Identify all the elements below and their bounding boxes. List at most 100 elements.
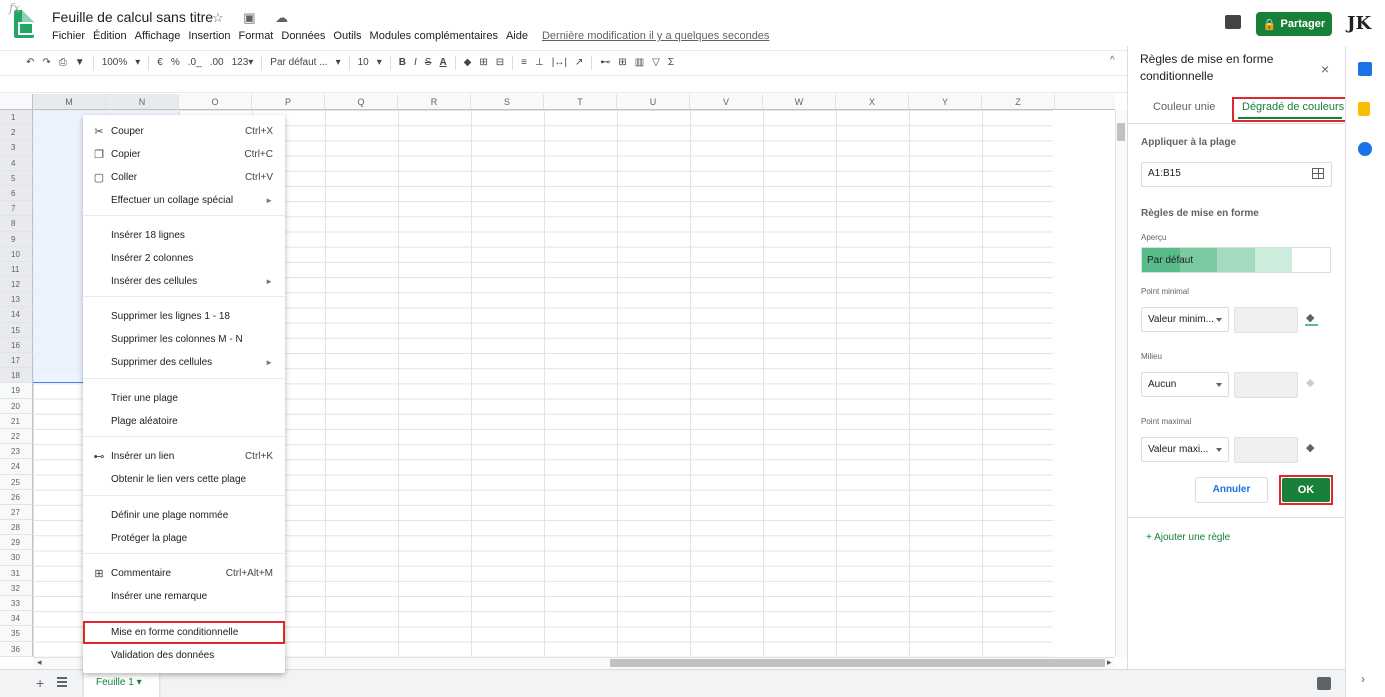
row-header[interactable]: 29	[0, 535, 33, 551]
row-header[interactable]: 10	[0, 246, 33, 262]
link-icon[interactable]: ⊷	[596, 57, 614, 68]
menu-edition[interactable]: Édition	[89, 29, 131, 43]
menu-item[interactable]: Plage aléatoire	[83, 410, 285, 433]
max-point-select[interactable]: Valeur maxi...	[1141, 437, 1229, 462]
currency-button[interactable]: €	[153, 57, 167, 68]
row-header[interactable]: 26	[0, 489, 33, 505]
zoom-select[interactable]: 100%	[98, 57, 132, 68]
row-header[interactable]: 23	[0, 444, 33, 460]
menu-modules[interactable]: Modules complémentaires	[366, 29, 502, 43]
row-header[interactable]: 20	[0, 398, 33, 414]
menu-fichier[interactable]: Fichier	[48, 29, 89, 43]
tasks-icon[interactable]	[1358, 142, 1372, 156]
column-header[interactable]: R	[398, 94, 471, 109]
calendar-icon[interactable]	[1358, 62, 1372, 76]
row-header[interactable]: 25	[0, 474, 33, 490]
min-value-input[interactable]	[1234, 307, 1298, 333]
row-header[interactable]: 12	[0, 277, 33, 293]
borders-icon[interactable]: ⊞	[475, 57, 491, 68]
row-header[interactable]: 17	[0, 353, 33, 369]
close-icon[interactable]: ×	[1321, 61, 1329, 77]
collapse-icon[interactable]: ^	[1110, 55, 1115, 66]
add-sheet-icon[interactable]: +	[36, 675, 44, 691]
menu-item[interactable]: Effectuer un collage spécial ►	[83, 189, 285, 212]
menu-item[interactable]: Insérer des cellules ►	[83, 270, 285, 293]
cancel-button[interactable]: Annuler	[1195, 477, 1268, 503]
fill-color-icon[interactable]: ◆	[460, 57, 476, 68]
scroll-right-icon[interactable]: ▸	[1107, 657, 1112, 668]
rotate-icon[interactable]: ↗	[571, 57, 587, 68]
row-header[interactable]: 7	[0, 201, 33, 217]
vertical-scroll-thumb[interactable]	[1117, 123, 1125, 141]
menu-aide[interactable]: Aide	[502, 29, 532, 43]
italic-button[interactable]: I	[410, 57, 421, 68]
min-fill-color-icon[interactable]: ◆	[1306, 311, 1314, 324]
menu-item[interactable]: Insérer une remarque	[83, 585, 285, 608]
column-header[interactable]: M	[33, 94, 106, 109]
menu-insertion[interactable]: Insertion	[184, 29, 234, 43]
strikethrough-button[interactable]: S	[421, 57, 436, 68]
row-header[interactable]: 24	[0, 459, 33, 475]
tab-solid-color[interactable]: Couleur unie	[1153, 101, 1215, 113]
font-size-select[interactable]: 10	[354, 57, 373, 68]
column-header[interactable]: Y	[909, 94, 982, 109]
last-modified-link[interactable]: Dernière modification il y a quelques se…	[538, 29, 773, 43]
row-header[interactable]: 11	[0, 261, 33, 278]
menu-item[interactable]: Supprimer des cellules ►	[83, 351, 285, 374]
chart-icon[interactable]: ▥	[631, 57, 648, 68]
keep-icon[interactable]	[1358, 102, 1370, 116]
comment-history-icon[interactable]	[1225, 15, 1241, 29]
menu-item[interactable]: Insérer 2 colonnes	[83, 247, 285, 270]
row-header[interactable]: 14	[0, 307, 33, 323]
column-header[interactable]: O	[179, 94, 252, 109]
row-header[interactable]: 2	[0, 125, 33, 141]
decrease-decimal-button[interactable]: .0_	[184, 57, 206, 68]
menu-affichage[interactable]: Affichage	[131, 29, 185, 43]
row-header[interactable]: 4	[0, 155, 33, 171]
all-sheets-icon[interactable]	[57, 677, 67, 687]
row-header[interactable]: 1	[0, 110, 33, 126]
horizontal-scroll-thumb[interactable]	[610, 659, 1105, 667]
sheet-tab[interactable]: Feuille 1 ▾	[84, 669, 159, 697]
vertical-scrollbar[interactable]	[1115, 110, 1127, 657]
doc-title[interactable]: Feuille de calcul sans titre	[52, 9, 213, 25]
avatar[interactable]: JK	[1347, 13, 1371, 34]
row-header[interactable]: 15	[0, 322, 33, 338]
row-header[interactable]: 16	[0, 337, 33, 353]
comment-icon[interactable]: ⊞	[614, 57, 630, 68]
max-fill-color-icon[interactable]: ◆	[1306, 441, 1314, 454]
menu-item[interactable]: ▢ Coller Ctrl+V	[83, 166, 285, 189]
menu-item[interactable]: Validation des données	[83, 644, 285, 667]
menu-item[interactable]: ❐ Copier Ctrl+C	[83, 143, 285, 166]
wrap-icon[interactable]: |↔|	[548, 57, 571, 68]
halign-icon[interactable]: ≡	[517, 57, 531, 68]
row-header[interactable]: 34	[0, 611, 33, 627]
row-header[interactable]: 36	[0, 641, 33, 657]
column-header[interactable]: S	[471, 94, 544, 109]
column-header[interactable]: Q	[325, 94, 398, 109]
expand-panel-icon[interactable]: ›	[1361, 672, 1365, 686]
paint-format-icon[interactable]: ▼	[71, 57, 89, 68]
row-header[interactable]: 19	[0, 383, 33, 399]
more-formats-button[interactable]: 123▾	[228, 57, 258, 68]
row-header[interactable]: 32	[0, 580, 33, 596]
ok-button[interactable]: OK	[1282, 478, 1330, 502]
menu-item[interactable]: Insérer 18 lignes	[83, 224, 285, 247]
functions-icon[interactable]: Σ	[664, 57, 678, 68]
column-header[interactable]: W	[763, 94, 836, 109]
menu-item[interactable]: Supprimer les lignes 1 - 18	[83, 305, 285, 328]
column-header[interactable]: V	[690, 94, 763, 109]
row-header[interactable]: 28	[0, 520, 33, 536]
menu-item[interactable]: ✂ Couper Ctrl+X	[83, 120, 285, 143]
row-header[interactable]: 22	[0, 428, 33, 445]
undo-icon[interactable]: ↶	[22, 57, 38, 68]
row-header[interactable]: 33	[0, 596, 33, 612]
add-rule-button[interactable]: + Ajouter une règle	[1146, 532, 1230, 543]
row-header[interactable]: 27	[0, 504, 33, 521]
mid-point-select[interactable]: Aucun	[1141, 372, 1229, 397]
explore-icon[interactable]	[1317, 677, 1331, 690]
column-header[interactable]: P	[252, 94, 325, 109]
print-icon[interactable]: ⎙	[55, 57, 71, 68]
menu-item[interactable]: Définir une plage nommée	[83, 504, 285, 527]
share-button[interactable]: 🔒 Partager	[1256, 12, 1332, 36]
